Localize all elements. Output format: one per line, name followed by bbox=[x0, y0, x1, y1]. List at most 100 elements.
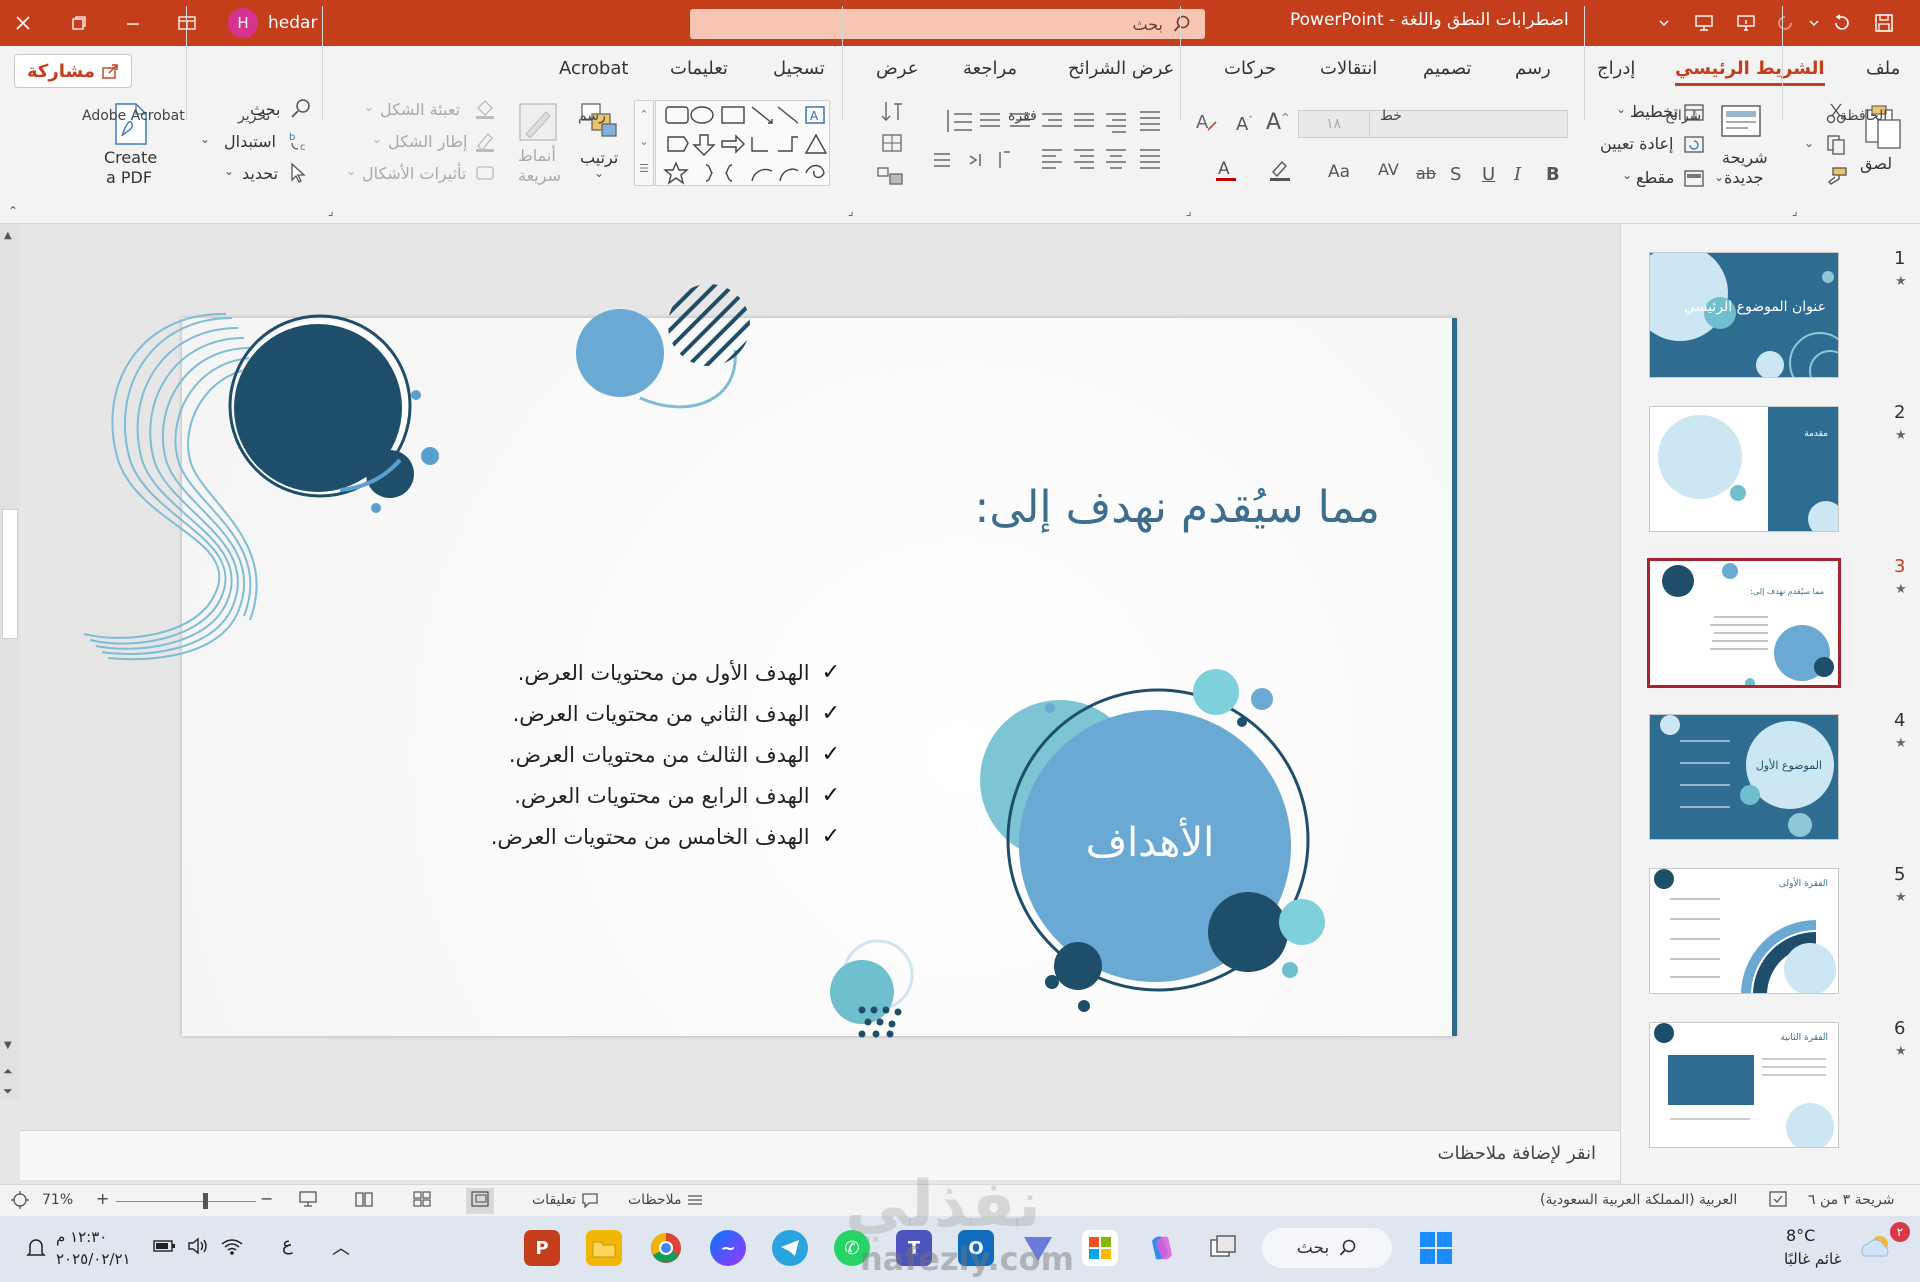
search-input[interactable]: بحث bbox=[690, 9, 1205, 39]
zoom-level[interactable]: 71% bbox=[42, 1192, 73, 1208]
text-direction-button[interactable] bbox=[880, 100, 904, 129]
select-button[interactable]: ⌄ تحديد bbox=[224, 162, 318, 188]
tab-animations[interactable]: حركات bbox=[1224, 58, 1276, 79]
language-indicator[interactable]: العربية (المملكة العربية السعودية) bbox=[1540, 1192, 1737, 1208]
wifi-icon[interactable] bbox=[220, 1236, 244, 1260]
goals-circle-label[interactable]: الأهداف bbox=[1040, 820, 1260, 866]
avatar[interactable]: H bbox=[228, 8, 258, 38]
battery-icon[interactable] bbox=[152, 1236, 178, 1260]
tab-review[interactable]: مراجعة bbox=[963, 58, 1017, 79]
task-view-icon[interactable] bbox=[1206, 1230, 1242, 1266]
messenger-icon[interactable]: ~ bbox=[710, 1230, 746, 1266]
close-window-button[interactable] bbox=[0, 0, 46, 46]
clipboard-launcher-icon[interactable]: ⌟ bbox=[1792, 204, 1798, 218]
present-from-start-button[interactable] bbox=[1685, 0, 1723, 46]
replace-button[interactable]: ⌄ استبدال bc bbox=[200, 130, 318, 156]
paragraph-launcher-icon[interactable]: ⌟ bbox=[848, 204, 854, 218]
present-current-button[interactable] bbox=[1727, 0, 1765, 46]
zoom-out-button[interactable]: − bbox=[260, 1189, 273, 1208]
shadow-button[interactable]: S bbox=[1450, 164, 1461, 185]
font-launcher-icon[interactable]: ⌟ bbox=[1186, 204, 1192, 218]
tab-insert[interactable]: إدراج bbox=[1597, 58, 1635, 79]
shape-outline-button[interactable]: إطار الشكل ⌄ bbox=[370, 130, 500, 154]
scroll-down-icon[interactable]: ▼ bbox=[4, 1040, 12, 1051]
scroll-up-icon[interactable]: ▲ bbox=[4, 230, 12, 241]
char-spacing-button[interactable]: AV bbox=[1378, 160, 1399, 179]
font-color-button[interactable]: A bbox=[1214, 158, 1236, 187]
tab-transitions[interactable]: انتقالات bbox=[1320, 58, 1377, 79]
file-explorer-icon[interactable] bbox=[586, 1230, 622, 1266]
normal-view-button[interactable] bbox=[466, 1188, 494, 1214]
slide-thumbnail-4[interactable]: الموضوع الأول bbox=[1649, 714, 1839, 840]
drawing-launcher-icon[interactable]: ⌟ bbox=[328, 204, 334, 218]
align-text-button[interactable] bbox=[880, 132, 904, 159]
chrome-icon[interactable] bbox=[648, 1230, 684, 1266]
comments-button[interactable]: تعليقات bbox=[532, 1192, 599, 1209]
copy-button[interactable] bbox=[1826, 134, 1846, 161]
tab-record[interactable]: تسجيل bbox=[773, 58, 825, 79]
taskbar-search[interactable]: بحث bbox=[1262, 1228, 1392, 1268]
weather-desc[interactable]: غائم غالبًا bbox=[1784, 1250, 1841, 1268]
goals-list[interactable]: ✓ الهدف الأول من محتويات العرض. ✓ الهدف ال… bbox=[440, 652, 840, 857]
accessibility-button[interactable] bbox=[1768, 1190, 1788, 1212]
slide-thumbnail-1[interactable]: عنوان الموضوع الرئيسي bbox=[1649, 252, 1839, 378]
slideshow-view-button[interactable] bbox=[298, 1190, 318, 1212]
zoom-slider-thumb[interactable] bbox=[203, 1193, 208, 1209]
tab-help[interactable]: تعليمات bbox=[670, 58, 728, 79]
share-button[interactable]: مشاركة bbox=[14, 54, 132, 88]
notes-button[interactable]: ملاحظات bbox=[628, 1192, 704, 1208]
reading-view-button[interactable] bbox=[354, 1190, 374, 1212]
italic-button[interactable]: I bbox=[1514, 164, 1521, 185]
zoom-in-button[interactable]: + bbox=[96, 1189, 109, 1208]
slide-sorter-button[interactable] bbox=[412, 1190, 432, 1212]
smartart-button[interactable] bbox=[876, 164, 904, 193]
reset-button[interactable]: إعادة تعيين bbox=[1600, 134, 1708, 158]
notifications-icon[interactable] bbox=[24, 1236, 48, 1264]
account-area[interactable]: H hedar bbox=[228, 8, 317, 38]
highlight-button[interactable] bbox=[1268, 158, 1290, 187]
powerpoint-taskbar-icon[interactable]: P bbox=[524, 1230, 560, 1266]
strikethrough-button[interactable]: ab bbox=[1416, 164, 1436, 183]
bold-button[interactable]: B bbox=[1546, 164, 1560, 185]
save-button[interactable] bbox=[1865, 0, 1903, 46]
format-painter-button[interactable] bbox=[1826, 166, 1848, 193]
telegram-icon[interactable] bbox=[772, 1230, 808, 1266]
quick-styles-button[interactable]: أنماط سريعة bbox=[510, 100, 570, 190]
tab-view[interactable]: عرض bbox=[876, 58, 918, 79]
previous-slide-icon[interactable]: ⏶ bbox=[3, 1064, 13, 1079]
collapse-ribbon-button[interactable]: ⌃ bbox=[8, 204, 18, 218]
tab-draw[interactable]: رسم bbox=[1515, 58, 1551, 79]
shape-effects-button[interactable]: تأثيرات الأشكال ⌄ bbox=[344, 162, 500, 186]
tab-home[interactable]: الشريط الرئيسي bbox=[1675, 58, 1825, 86]
slide-thumbnails-pane[interactable]: 1 ★ عنوان الموضوع الرئيسي 2 ★ مقدمة 3 ★ … bbox=[1620, 224, 1920, 1184]
font-size-dropdown[interactable]: ١٨ bbox=[1298, 110, 1370, 138]
shapes-gallery[interactable]: A bbox=[655, 100, 830, 186]
scroll-thumb[interactable] bbox=[2, 509, 18, 639]
zoom-slider[interactable] bbox=[116, 1201, 256, 1202]
copy-dropdown[interactable]: ⌄ bbox=[1804, 136, 1814, 150]
slide-thumbnail-6[interactable]: الفقرة الثانية bbox=[1649, 1022, 1839, 1148]
undo-button[interactable] bbox=[1822, 0, 1860, 46]
decrease-font-button[interactable]: Aˇ bbox=[1236, 114, 1253, 135]
minimize-window-button[interactable] bbox=[110, 0, 156, 46]
slide-title[interactable]: مما سيُقدم نهدف إلى: bbox=[900, 482, 1380, 533]
restore-window-button[interactable] bbox=[56, 0, 102, 46]
next-slide-icon[interactable]: ⏷ bbox=[3, 1084, 13, 1099]
microsoft-store-icon[interactable] bbox=[1082, 1230, 1118, 1266]
weather-temp[interactable]: 8°C bbox=[1786, 1226, 1815, 1245]
new-slide-dropdown[interactable]: ⌄ bbox=[1714, 170, 1724, 184]
change-case-button[interactable]: Aa bbox=[1328, 162, 1350, 182]
tab-file[interactable]: ملف bbox=[1866, 58, 1900, 79]
copilot-icon[interactable] bbox=[1144, 1230, 1180, 1266]
shapes-scroll[interactable]: ⌃ ⌄ ☰ bbox=[634, 100, 654, 186]
clear-formatting-button[interactable]: A bbox=[1194, 110, 1218, 139]
shape-fill-button[interactable]: تعبئة الشكل ⌄ bbox=[360, 98, 500, 122]
underline-button[interactable]: U bbox=[1482, 164, 1495, 185]
increase-font-button[interactable]: A^ bbox=[1266, 110, 1289, 135]
qat-customize-button[interactable] bbox=[1645, 0, 1683, 46]
slide-thumbnail-5[interactable]: الفقرة الأولى bbox=[1649, 868, 1839, 994]
clock-time[interactable]: ١٢:٣٠ م bbox=[56, 1228, 107, 1246]
tab-acrobat[interactable]: Acrobat bbox=[559, 58, 628, 79]
clock-date[interactable]: ٢٠٢٥/٠٢/٢١ bbox=[56, 1250, 131, 1268]
input-language[interactable]: ع bbox=[282, 1234, 293, 1255]
